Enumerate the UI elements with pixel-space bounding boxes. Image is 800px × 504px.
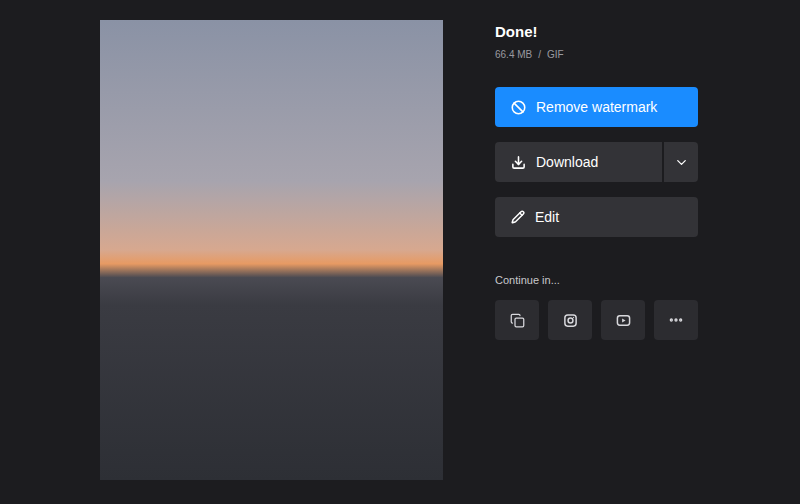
continue-label: Continue in...	[495, 273, 698, 287]
download-button[interactable]: Download	[495, 142, 662, 182]
pencil-icon	[511, 210, 525, 224]
continue-target-button[interactable]	[654, 300, 698, 340]
continue-target-button[interactable]	[601, 300, 645, 340]
meta-separator: /	[538, 48, 541, 62]
result-page: Done! 66.4 MB / GIF Remove watermark Download…	[0, 0, 800, 504]
download-options-button[interactable]	[664, 142, 698, 182]
photo-preview	[100, 20, 443, 480]
continue-target-button[interactable]	[495, 300, 539, 340]
remove-watermark-button[interactable]: Remove watermark	[495, 87, 698, 127]
more-icon	[668, 312, 684, 328]
file-size: 66.4 MB	[495, 48, 532, 62]
youtube-icon	[616, 313, 631, 328]
download-icon	[511, 155, 526, 170]
download-split-button: Download	[495, 142, 698, 182]
edit-button[interactable]: Edit	[495, 197, 698, 237]
chevron-down-icon	[674, 155, 689, 170]
status-title: Done!	[495, 22, 698, 42]
file-meta: 66.4 MB / GIF	[495, 48, 698, 62]
continue-target-button[interactable]	[548, 300, 592, 340]
merge-icon	[510, 313, 525, 328]
action-list: Remove watermark Download Edit	[495, 87, 698, 237]
ban-icon	[511, 100, 526, 115]
file-format: GIF	[547, 48, 564, 62]
continue-targets	[495, 300, 698, 340]
side-panel: Done! 66.4 MB / GIF Remove watermark Download…	[495, 20, 698, 504]
instagram-icon	[563, 313, 578, 328]
